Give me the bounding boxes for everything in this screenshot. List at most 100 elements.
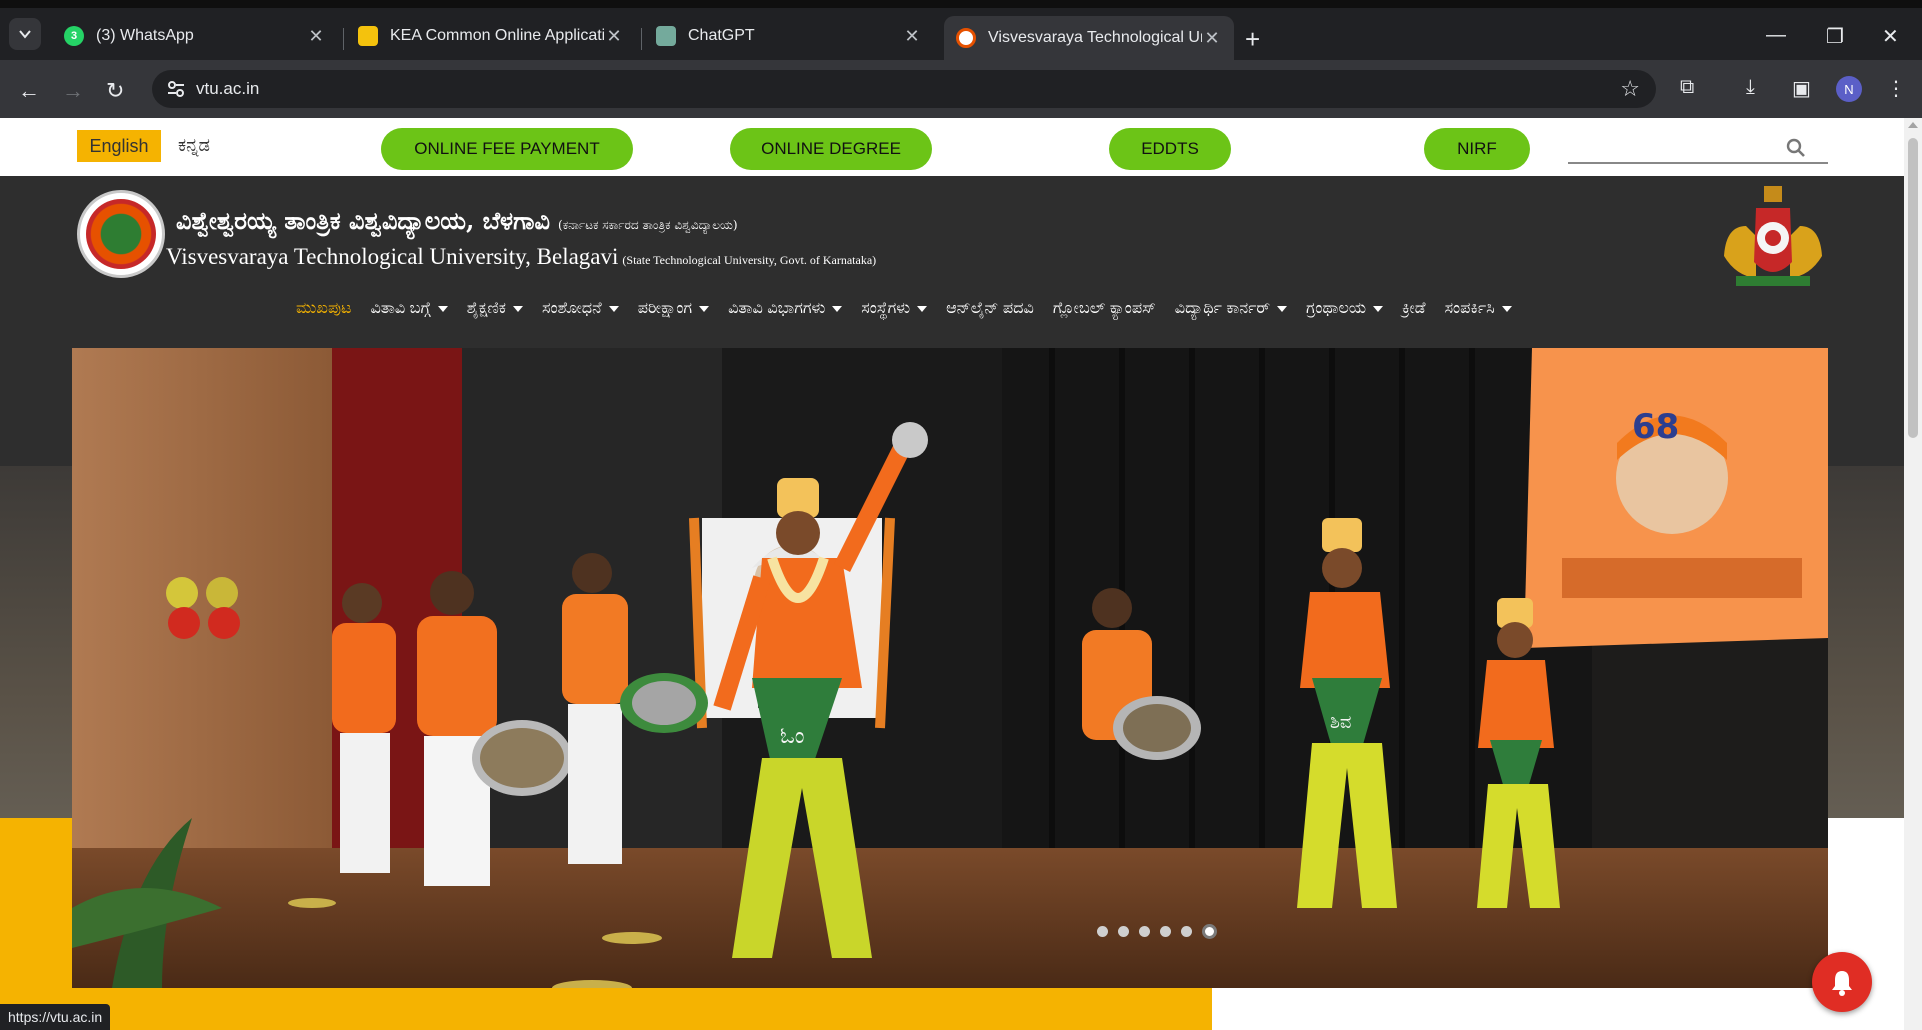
notification-bell-button[interactable]: [1812, 952, 1872, 1012]
nav-label: ವಿತಾವಿ ವಿಭಾಗಗಳು: [728, 300, 826, 317]
caret-down-icon: [1277, 306, 1288, 312]
url-text[interactable]: vtu.ac.in: [196, 79, 259, 99]
caret-down-icon: [917, 306, 928, 312]
tab-chatgpt[interactable]: ChatGPT ✕: [644, 16, 934, 56]
nav-global-campus[interactable]: ಗ್ಲೋಬಲ್ ಕ್ಯಾಂಪಸ್: [1053, 300, 1156, 318]
tab-separator: [641, 28, 642, 50]
scroll-up-icon[interactable]: [1908, 122, 1918, 128]
site-settings-icon[interactable]: [166, 79, 186, 99]
nav-library[interactable]: ಗ್ರಂಥಾಲಯ: [1306, 300, 1383, 318]
whatsapp-icon: 3: [64, 26, 84, 46]
yellow-bottom-band: [72, 988, 1212, 1030]
profile-avatar[interactable]: N: [1836, 76, 1862, 102]
slider-pagination: [1097, 924, 1227, 939]
vtu-icon: [956, 28, 976, 48]
tab-title: Visvesvaraya Technological Univ: [988, 29, 1202, 46]
utility-bar: English ಕನ್ನಡ ONLINE FEE PAYMENT ONLINE …: [0, 118, 1904, 176]
nav-label: ವಿದ್ಯಾರ್ಥಿ ಕಾರ್ನರ್: [1174, 300, 1271, 317]
back-icon[interactable]: ←: [18, 78, 40, 104]
nav-label: ಕ್ರೀಡೆ: [1401, 300, 1426, 317]
nav-institutions[interactable]: ಸಂಸ್ಥೆಗಳು: [861, 300, 928, 318]
slider-dot-active[interactable]: [1202, 924, 1217, 939]
university-name-english-text: Visvesvaraya Technological University, B…: [166, 244, 619, 269]
tab-vtu[interactable]: Visvesvaraya Technological Univ ✕: [944, 16, 1234, 60]
eddts-button[interactable]: EDDTS: [1109, 128, 1231, 170]
university-name-english: Visvesvaraya Technological University, B…: [166, 244, 876, 270]
nav-home[interactable]: ಮುಖಪುಟ: [296, 300, 351, 318]
language-kannada-button[interactable]: ಕನ್ನಡ: [178, 135, 210, 156]
slider-dot[interactable]: [1139, 926, 1150, 937]
site-search: [1568, 132, 1828, 164]
online-degree-button[interactable]: ONLINE DEGREE: [730, 128, 932, 170]
nav-online-degree[interactable]: ಆನ್‌ಲೈನ್ ಪದವಿ: [946, 300, 1034, 318]
slider-dot[interactable]: [1118, 926, 1129, 937]
tab-bar: 3 (3) WhatsApp ✕ KEA Common Online Appli…: [0, 8, 1922, 60]
slide-image: 68 ಓಂ ಶಿವ: [72, 348, 1828, 988]
nav-research[interactable]: ಸಂಶೋಧನೆ: [542, 300, 619, 318]
chatgpt-icon: [656, 26, 676, 46]
tab-whatsapp[interactable]: 3 (3) WhatsApp ✕: [52, 16, 338, 56]
tab-title: KEA Common Online Applicatio: [390, 27, 604, 44]
nav-student-corner[interactable]: ವಿದ್ಯಾರ್ಥಿ ಕಾರ್ನರ್: [1174, 300, 1288, 318]
nav-label: ಸಂಶೋಧನೆ: [542, 300, 602, 317]
vtu-logo[interactable]: [77, 190, 165, 278]
close-icon[interactable]: ✕: [1202, 28, 1222, 49]
caret-down-icon: [832, 306, 843, 312]
close-icon[interactable]: ✕: [604, 26, 624, 47]
slider-dot[interactable]: [1097, 926, 1108, 937]
forward-icon[interactable]: →: [62, 78, 84, 104]
extensions-icon[interactable]: ⧉: [1680, 76, 1694, 99]
caret-down-icon: [437, 306, 448, 312]
status-bar-url: https://vtu.ac.in: [0, 1004, 111, 1030]
nav-label: ಆನ್‌ಲೈನ್ ಪದವಿ: [946, 300, 1034, 317]
caret-down-icon: [1372, 306, 1383, 312]
nav-about[interactable]: ವಿತಾವಿ ಬಗ್ಗೆ: [370, 300, 448, 318]
university-name-kannada-text: ವಿಶ್ವೇಶ್ವರಯ್ಯ ತಾಂತ್ರಿಕ ವಿಶ್ವವಿದ್ಯಾಲಯ, ಬೆ…: [176, 206, 551, 235]
tab-search-button[interactable]: [9, 18, 41, 50]
nav-departments[interactable]: ವಿತಾವಿ ವಿಭಾಗಗಳು: [728, 300, 843, 318]
dancer-apron-text-1: ಓಂ: [780, 724, 805, 749]
search-icon[interactable]: [1786, 138, 1806, 158]
minimize-button[interactable]: —: [1766, 24, 1786, 47]
vtu-seal-icon: [86, 199, 156, 269]
reload-icon[interactable]: ↻: [106, 78, 124, 104]
caret-down-icon: [1501, 306, 1512, 312]
slider-dot[interactable]: [1181, 926, 1192, 937]
bell-icon: [1832, 971, 1852, 996]
scrollbar-thumb[interactable]: [1908, 138, 1918, 438]
nirf-button[interactable]: NIRF: [1424, 128, 1530, 170]
bookmark-star-icon[interactable]: ☆: [1620, 76, 1640, 102]
tab-kea[interactable]: KEA Common Online Applicatio ✕: [346, 16, 636, 56]
download-icon[interactable]: ⤓: [1746, 76, 1755, 99]
side-panel-icon[interactable]: ▣: [1792, 76, 1811, 101]
chevron-down-icon: [19, 30, 31, 39]
search-input[interactable]: [1568, 136, 1778, 160]
nav-contact[interactable]: ಸಂಪರ್ಕಿಸಿ: [1445, 300, 1512, 318]
close-icon[interactable]: ✕: [306, 26, 326, 47]
tab-title: (3) WhatsApp: [96, 27, 194, 44]
page-scrollbar[interactable]: [1904, 118, 1922, 1030]
new-tab-button[interactable]: +: [1245, 26, 1260, 52]
close-window-button[interactable]: ✕: [1882, 24, 1899, 49]
nav-label: ಸಂಪರ್ಕಿಸಿ: [1444, 300, 1495, 317]
white-bottom-band: [1212, 988, 1904, 1030]
close-icon[interactable]: ✕: [902, 26, 922, 47]
nav-label: ಸಂಸ್ಥೆಗಳು: [861, 300, 911, 317]
slider-dot[interactable]: [1160, 926, 1171, 937]
web-page: English ಕನ್ನಡ ONLINE FEE PAYMENT ONLINE …: [0, 118, 1904, 1030]
university-sub-kannada: (ಕರ್ನಾಟಕ ಸರ್ಕಾರದ ತಾಂತ್ರಿಕ ವಿಶ್ವವಿದ್ಯಾಲಯ): [558, 218, 738, 232]
restore-button[interactable]: ❐: [1826, 24, 1844, 49]
hero-slider[interactable]: 68 ಓಂ ಶಿವ: [72, 348, 1828, 988]
caret-down-icon: [608, 306, 619, 312]
menu-icon[interactable]: ⋮: [1886, 76, 1906, 101]
online-fee-payment-button[interactable]: ONLINE FEE PAYMENT: [381, 128, 633, 170]
nav-label: ಶೈಕ್ಷಣಿಕ: [466, 300, 506, 317]
nav-sports[interactable]: ಕ್ರೀಡೆ: [1402, 300, 1426, 318]
nav-label: ಪರೀಕ್ಷಾಂಗ: [637, 300, 693, 317]
language-english-button[interactable]: English: [77, 130, 161, 162]
caret-down-icon: [513, 306, 523, 312]
nav-label: ವಿತಾವಿ ಬಗ್ಗೆ: [370, 300, 431, 317]
address-bar[interactable]: vtu.ac.in ☆: [152, 70, 1656, 108]
nav-examination[interactable]: ಪರೀಕ್ಷಾಂಗ: [637, 300, 710, 318]
nav-academic[interactable]: ಶೈಕ್ಷಣಿಕ: [467, 300, 523, 318]
